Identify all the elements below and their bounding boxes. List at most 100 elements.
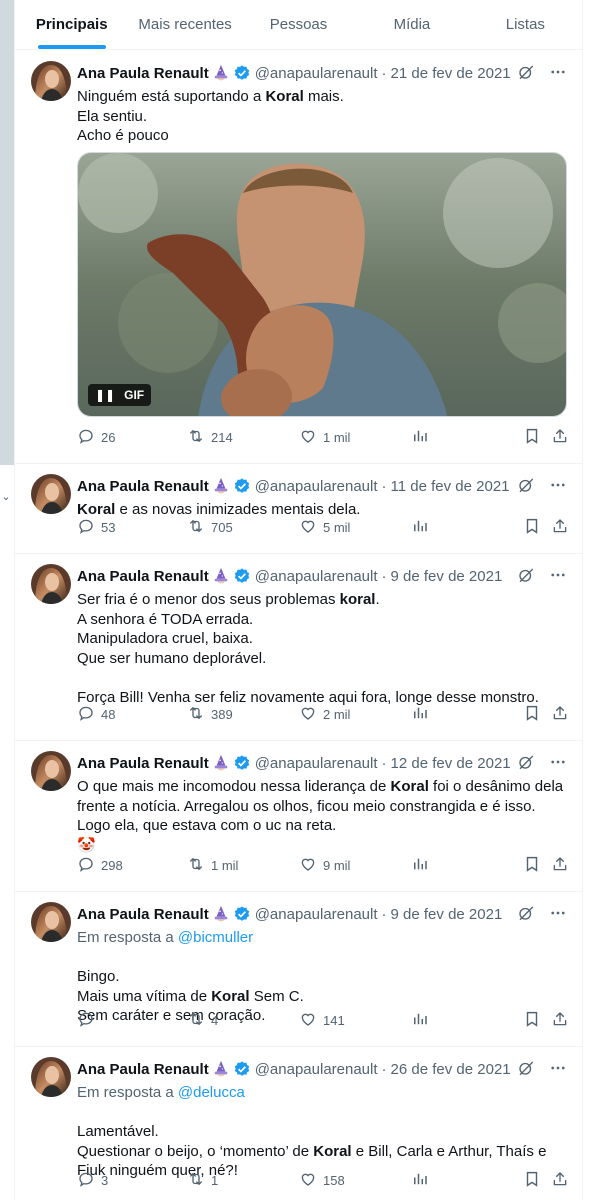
reply-button[interactable]: 3 [77, 1170, 108, 1190]
views-button[interactable] [411, 1170, 429, 1190]
tweet-date[interactable]: 9 de fev de 2021 [391, 906, 503, 923]
tweet-date[interactable]: 9 de fev de 2021 [391, 568, 503, 585]
bookmark-button[interactable] [523, 1010, 541, 1030]
reply-to-link[interactable]: @delucca [178, 1084, 245, 1101]
more-icon[interactable] [549, 753, 567, 776]
verified-icon[interactable] [233, 905, 251, 923]
tweet-date[interactable]: 21 de fev de 2021 [391, 65, 511, 82]
author-name[interactable]: Ana Paula Renault [77, 755, 209, 772]
tweet[interactable]: Ana Paula Renault @anapaularenault · 9 d… [15, 554, 583, 741]
retweet-button[interactable]: 1 mil [187, 855, 238, 875]
grok-icon[interactable] [517, 904, 535, 927]
tab-midia[interactable]: Mídia [355, 0, 468, 49]
verified-icon[interactable] [233, 1060, 251, 1078]
tweet-date[interactable]: 11 de fev de 2021 [391, 478, 510, 495]
more-icon[interactable] [549, 566, 567, 589]
retweet-button[interactable]: 705 [187, 517, 233, 537]
retweet-button[interactable]: 1 [187, 1170, 218, 1190]
grok-icon[interactable] [517, 753, 535, 776]
reply-button[interactable]: 26 [77, 427, 115, 447]
share-icon [551, 517, 569, 538]
count: 53 [101, 519, 116, 535]
tweet-gif[interactable]: ❚❚ GIF [77, 152, 567, 417]
tab-mais-recentes[interactable]: Mais recentes [128, 0, 241, 49]
grok-icon[interactable] [517, 566, 535, 589]
verified-icon[interactable] [233, 754, 251, 772]
like-button[interactable]: 2 mil [299, 704, 350, 724]
tab-principais[interactable]: Principais [15, 0, 128, 49]
author-handle[interactable]: @anapaularenault [255, 568, 378, 585]
author-name[interactable]: Ana Paula Renault [77, 1061, 209, 1078]
more-icon[interactable] [549, 1059, 567, 1082]
avatar[interactable] [31, 61, 71, 101]
reply-to-link[interactable]: @bicmuller [178, 929, 253, 946]
share-button[interactable] [551, 517, 569, 537]
tab-pessoas[interactable]: Pessoas [242, 0, 355, 49]
bookmark-button[interactable] [523, 855, 541, 875]
bookmark-button[interactable] [523, 517, 541, 537]
tweet-date[interactable]: 26 de fev de 2021 [391, 1061, 511, 1078]
grok-icon[interactable] [517, 476, 535, 499]
more-icon[interactable] [549, 63, 567, 86]
avatar[interactable] [31, 564, 71, 604]
pause-icon[interactable]: ❚❚ [95, 388, 115, 402]
tweet[interactable]: Ana Paula Renault @anapaularenault · 21 … [15, 51, 583, 464]
grok-icon[interactable] [517, 63, 535, 86]
bookmark-icon [523, 427, 541, 448]
more-icon[interactable] [549, 476, 567, 499]
like-icon [299, 1170, 317, 1191]
share-button[interactable] [551, 704, 569, 724]
author-name[interactable]: Ana Paula Renault [77, 65, 209, 82]
share-button[interactable] [551, 1170, 569, 1190]
avatar[interactable] [31, 902, 71, 942]
like-button[interactable]: 1 mil [299, 427, 350, 447]
avatar[interactable] [31, 751, 71, 791]
reply-button[interactable] [77, 1010, 95, 1030]
views-button[interactable] [411, 517, 429, 537]
grok-icon[interactable] [517, 1059, 535, 1082]
reply-button[interactable]: 298 [77, 855, 123, 875]
avatar[interactable] [31, 474, 71, 514]
author-handle[interactable]: @anapaularenault [255, 1061, 378, 1078]
avatar[interactable] [31, 1057, 71, 1097]
like-button[interactable]: 158 [299, 1170, 345, 1190]
reply-button[interactable]: 53 [77, 517, 115, 537]
tweet-header-actions [517, 476, 567, 499]
tweet[interactable]: Ana Paula Renault @anapaularenault · 11 … [15, 464, 583, 554]
like-button[interactable]: 141 [299, 1010, 345, 1030]
tweet[interactable]: Ana Paula Renault @anapaularenault · 12 … [15, 741, 583, 892]
author-handle[interactable]: @anapaularenault [255, 65, 378, 82]
reply-button[interactable]: 48 [77, 704, 115, 724]
share-button[interactable] [551, 1010, 569, 1030]
bookmark-button[interactable] [523, 704, 541, 724]
bookmark-button[interactable] [523, 427, 541, 447]
tweet-date[interactable]: 12 de fev de 2021 [391, 755, 511, 772]
verified-icon[interactable] [233, 64, 251, 82]
retweet-button[interactable]: 4 [187, 1010, 218, 1030]
tab-listas[interactable]: Listas [469, 0, 582, 49]
author-handle[interactable]: @anapaularenault [255, 478, 378, 495]
verified-icon[interactable] [233, 567, 251, 585]
author-name[interactable]: Ana Paula Renault [77, 478, 209, 495]
retweet-button[interactable]: 389 [187, 704, 233, 724]
gif-badge[interactable]: ❚❚ GIF [88, 384, 152, 406]
share-button[interactable] [551, 855, 569, 875]
more-icon[interactable] [549, 904, 567, 927]
verified-icon[interactable] [233, 477, 251, 495]
chevron-down-icon[interactable]: ⌄ [0, 490, 12, 503]
views-button[interactable] [411, 855, 429, 875]
tweet[interactable]: Ana Paula Renault @anapaularenault · 9 d… [15, 892, 583, 1047]
tweet[interactable]: Ana Paula Renault @anapaularenault · 26 … [15, 1047, 583, 1200]
like-button[interactable]: 9 mil [299, 855, 350, 875]
share-button[interactable] [551, 427, 569, 447]
retweet-button[interactable]: 214 [187, 427, 233, 447]
bookmark-button[interactable] [523, 1170, 541, 1190]
author-name[interactable]: Ana Paula Renault [77, 906, 209, 923]
views-button[interactable] [411, 427, 429, 447]
views-button[interactable] [411, 704, 429, 724]
views-button[interactable] [411, 1010, 429, 1030]
author-handle[interactable]: @anapaularenault [255, 906, 378, 923]
like-button[interactable]: 5 mil [299, 517, 350, 537]
author-handle[interactable]: @anapaularenault [255, 755, 378, 772]
author-name[interactable]: Ana Paula Renault [77, 568, 209, 585]
